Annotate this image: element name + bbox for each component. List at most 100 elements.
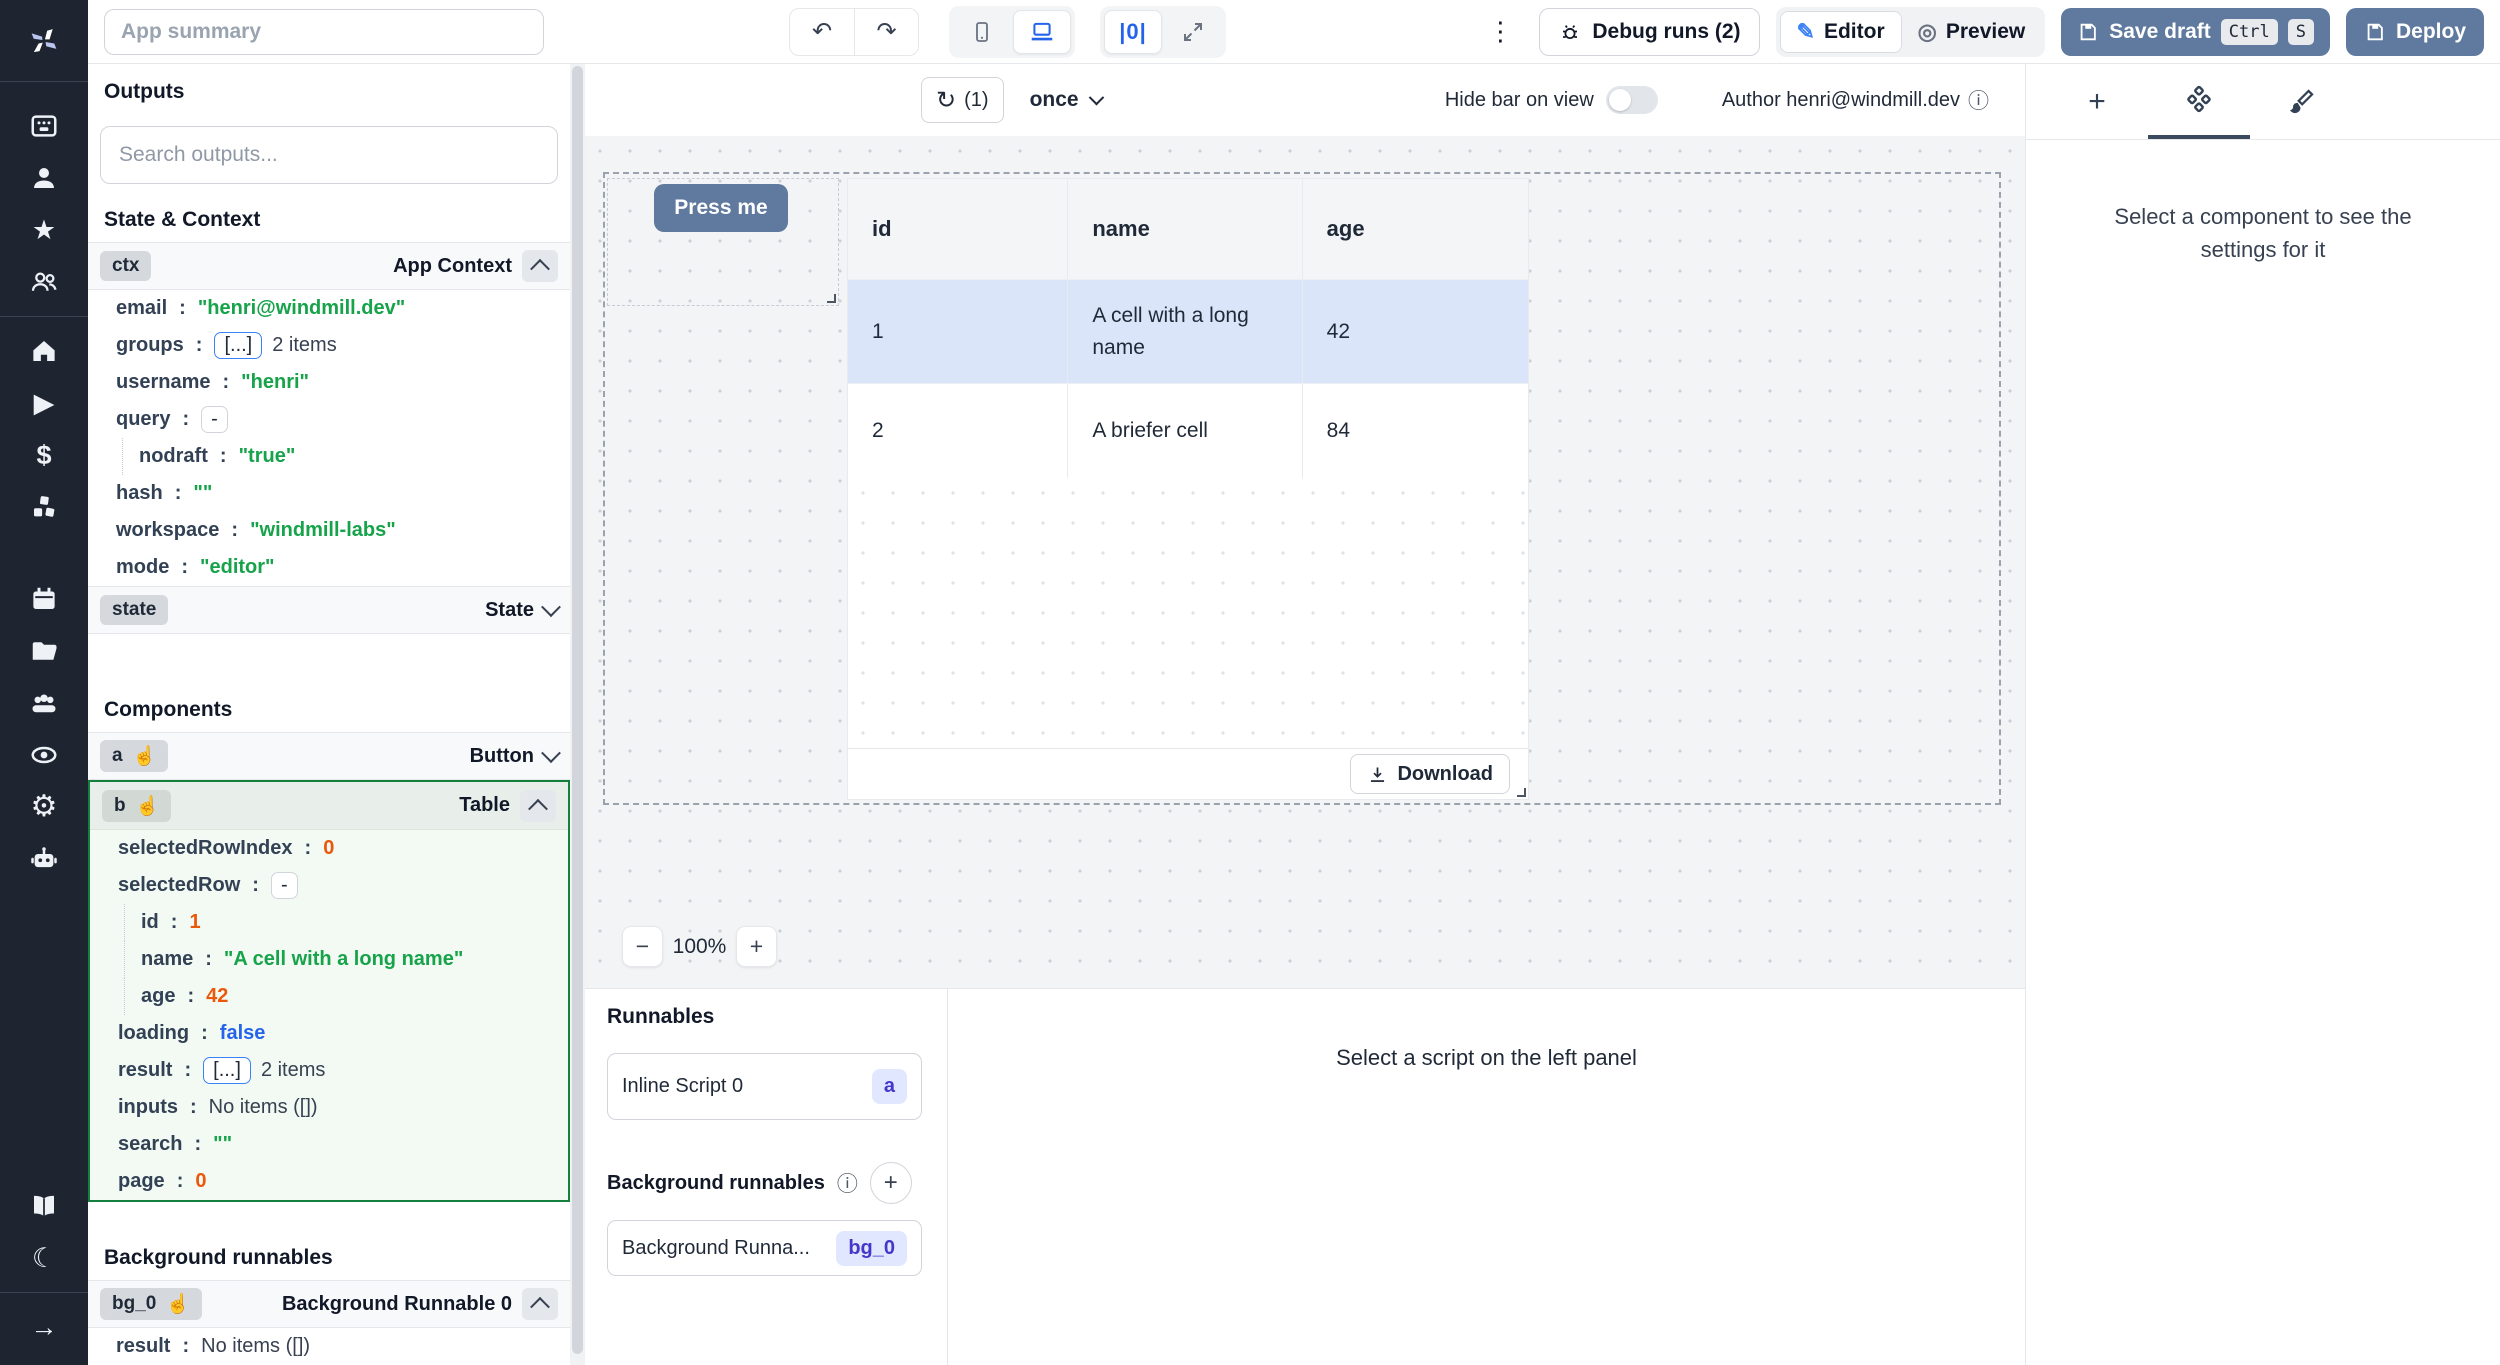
chevron-down-icon[interactable] bbox=[541, 743, 561, 763]
info-icon[interactable]: ⓘ bbox=[1968, 85, 1989, 115]
outputs-title: Outputs bbox=[104, 80, 570, 104]
table-row[interactable]: 1 A cell with a long name 42 bbox=[848, 279, 1528, 383]
chevron-down-icon[interactable] bbox=[541, 597, 561, 617]
table-header-age: age bbox=[1302, 179, 1528, 279]
windmill-logo[interactable] bbox=[0, 0, 88, 82]
inline-script-item[interactable]: Inline Script 0 a bbox=[607, 1053, 922, 1120]
schedules-calendar-icon[interactable] bbox=[0, 573, 88, 625]
pointer-hand-icon: ☝ bbox=[136, 794, 160, 818]
deploy-button[interactable]: Deploy bbox=[2346, 8, 2484, 56]
bg0-header-row[interactable]: bg_0☝ Background Runnable 0 bbox=[88, 1280, 570, 1328]
debug-runs-label: Debug runs (2) bbox=[1592, 20, 1740, 44]
expand-array-button[interactable]: [...] bbox=[214, 332, 262, 359]
full-width-button[interactable] bbox=[1164, 10, 1222, 54]
add-background-runnable-button[interactable]: + bbox=[870, 1162, 912, 1204]
table-row[interactable]: 2 A briefer cell 84 bbox=[848, 383, 1528, 478]
inline-script-badge: a bbox=[872, 1069, 907, 1104]
center-layout-button[interactable]: |0| bbox=[1104, 10, 1162, 54]
download-button[interactable]: Download bbox=[1350, 754, 1510, 794]
table-component[interactable]: id name age 1 A cell with a long name 42… bbox=[847, 178, 1529, 800]
desktop-view-button[interactable] bbox=[1013, 10, 1071, 54]
components-title: Components bbox=[104, 698, 570, 722]
variables-dollar-icon[interactable]: $ bbox=[0, 429, 88, 481]
component-b-collapse-button[interactable] bbox=[520, 790, 556, 822]
info-icon[interactable]: ⓘ bbox=[837, 1168, 858, 1198]
bug-icon bbox=[1558, 20, 1582, 44]
ctx-row-email: email:"henri@windmill.dev" bbox=[88, 290, 570, 327]
expand-object-button[interactable]: - bbox=[201, 406, 228, 433]
resize-handle-icon[interactable] bbox=[827, 294, 836, 303]
redo-icon: ↷ bbox=[876, 17, 896, 46]
editor-tab[interactable]: ✎ Editor bbox=[1780, 11, 1902, 53]
preview-tab[interactable]: ◎ Preview bbox=[1902, 11, 2042, 53]
runs-play-icon[interactable]: ▶ bbox=[0, 377, 88, 429]
b-row-selectedRow: selectedRow:- bbox=[90, 867, 568, 904]
state-header-row[interactable]: state State bbox=[88, 586, 570, 634]
folders-icon[interactable] bbox=[0, 625, 88, 677]
state-badge: state bbox=[100, 595, 168, 625]
hide-bar-label: Hide bar on view bbox=[1445, 89, 1594, 112]
zoom-in-button[interactable]: + bbox=[736, 926, 777, 967]
audit-eye-icon[interactable] bbox=[0, 729, 88, 781]
refresh-button[interactable]: ↻ (1) bbox=[921, 77, 1004, 123]
mobile-view-button[interactable] bbox=[953, 10, 1011, 54]
search-outputs-input[interactable] bbox=[100, 126, 558, 184]
ai-robot-icon[interactable] bbox=[0, 833, 88, 885]
canvas-grid: Press me id name age 1 A cell wit bbox=[585, 136, 2025, 988]
background-runnable-label: Background Runna... bbox=[622, 1237, 810, 1260]
ctx-collapse-button[interactable] bbox=[522, 250, 558, 282]
components-diamonds-icon bbox=[2184, 85, 2214, 115]
component-b-header-row[interactable]: b☝ Table bbox=[90, 782, 568, 830]
undo-button[interactable]: ↶ bbox=[790, 9, 854, 55]
zoom-controls: − 100% + bbox=[622, 926, 777, 967]
resources-cubes-icon[interactable] bbox=[0, 481, 88, 533]
tab-styling[interactable] bbox=[2250, 64, 2352, 139]
expand-sidebar-arrow-icon[interactable]: → bbox=[0, 1301, 88, 1353]
background-runnable-item[interactable]: Background Runna... bg_0 bbox=[607, 1220, 922, 1276]
scrollbar-thumb[interactable] bbox=[572, 66, 583, 1354]
hide-bar-toggle[interactable] bbox=[1606, 86, 1658, 114]
expand-arrows-icon bbox=[1181, 20, 1205, 44]
ctx-header-row[interactable]: ctx App Context bbox=[88, 242, 570, 290]
table-header-name: name bbox=[1067, 179, 1301, 279]
home-icon[interactable] bbox=[0, 325, 88, 377]
component-a-header-row[interactable]: a☝ Button bbox=[88, 732, 570, 780]
interval-dropdown[interactable]: once bbox=[1030, 88, 1102, 112]
bg0-collapse-button[interactable] bbox=[522, 1288, 558, 1320]
pencil-icon: ✎ bbox=[1797, 19, 1815, 45]
press-me-button[interactable]: Press me bbox=[654, 184, 788, 232]
apps-icon[interactable] bbox=[0, 100, 88, 152]
zoom-out-button[interactable]: − bbox=[622, 926, 663, 967]
outputs-panel: Outputs State & Context ctx App Context … bbox=[88, 64, 570, 1365]
button-component-cell[interactable]: Press me bbox=[607, 178, 839, 306]
undo-icon: ↶ bbox=[812, 17, 832, 46]
groups-icon[interactable] bbox=[0, 256, 88, 308]
b-row-inputs: inputs:No items ([]) bbox=[90, 1089, 568, 1126]
chevron-up-icon bbox=[530, 1297, 550, 1317]
resize-handle-icon[interactable] bbox=[1517, 788, 1526, 797]
favorites-star-icon[interactable]: ★ bbox=[0, 204, 88, 256]
ctx-row-groups: groups:[...]2 items bbox=[88, 327, 570, 364]
expand-array-button[interactable]: [...] bbox=[203, 1057, 251, 1084]
laptop-icon bbox=[1029, 19, 1055, 45]
user-icon[interactable] bbox=[0, 152, 88, 204]
tab-component-settings[interactable] bbox=[2148, 64, 2250, 139]
more-menu-kebab-icon[interactable]: ⋮ bbox=[1477, 16, 1523, 47]
docs-book-icon[interactable] bbox=[0, 1180, 88, 1232]
settings-gear-icon[interactable]: ⚙ bbox=[0, 781, 88, 833]
ctx-row-username: username:"henri" bbox=[88, 364, 570, 401]
b-row-age: age:42 bbox=[90, 978, 568, 1015]
app-summary-input[interactable] bbox=[104, 9, 544, 55]
b-row-loading: loading:false bbox=[90, 1015, 568, 1052]
redo-button[interactable]: ↷ bbox=[854, 9, 918, 55]
state-context-title: State & Context bbox=[104, 208, 570, 232]
dark-mode-moon-icon[interactable]: ☾ bbox=[0, 1232, 88, 1284]
save-draft-button[interactable]: Save draft Ctrl S bbox=[2061, 8, 2330, 56]
ctx-row-mode: mode:"editor" bbox=[88, 549, 570, 586]
plus-icon: + bbox=[2088, 85, 2106, 119]
workers-group-icon[interactable] bbox=[0, 677, 88, 729]
tab-insert-component[interactable]: + bbox=[2046, 64, 2148, 139]
debug-runs-button[interactable]: Debug runs (2) bbox=[1539, 8, 1759, 56]
kbd-s: S bbox=[2288, 19, 2314, 45]
expand-object-button[interactable]: - bbox=[271, 872, 298, 899]
